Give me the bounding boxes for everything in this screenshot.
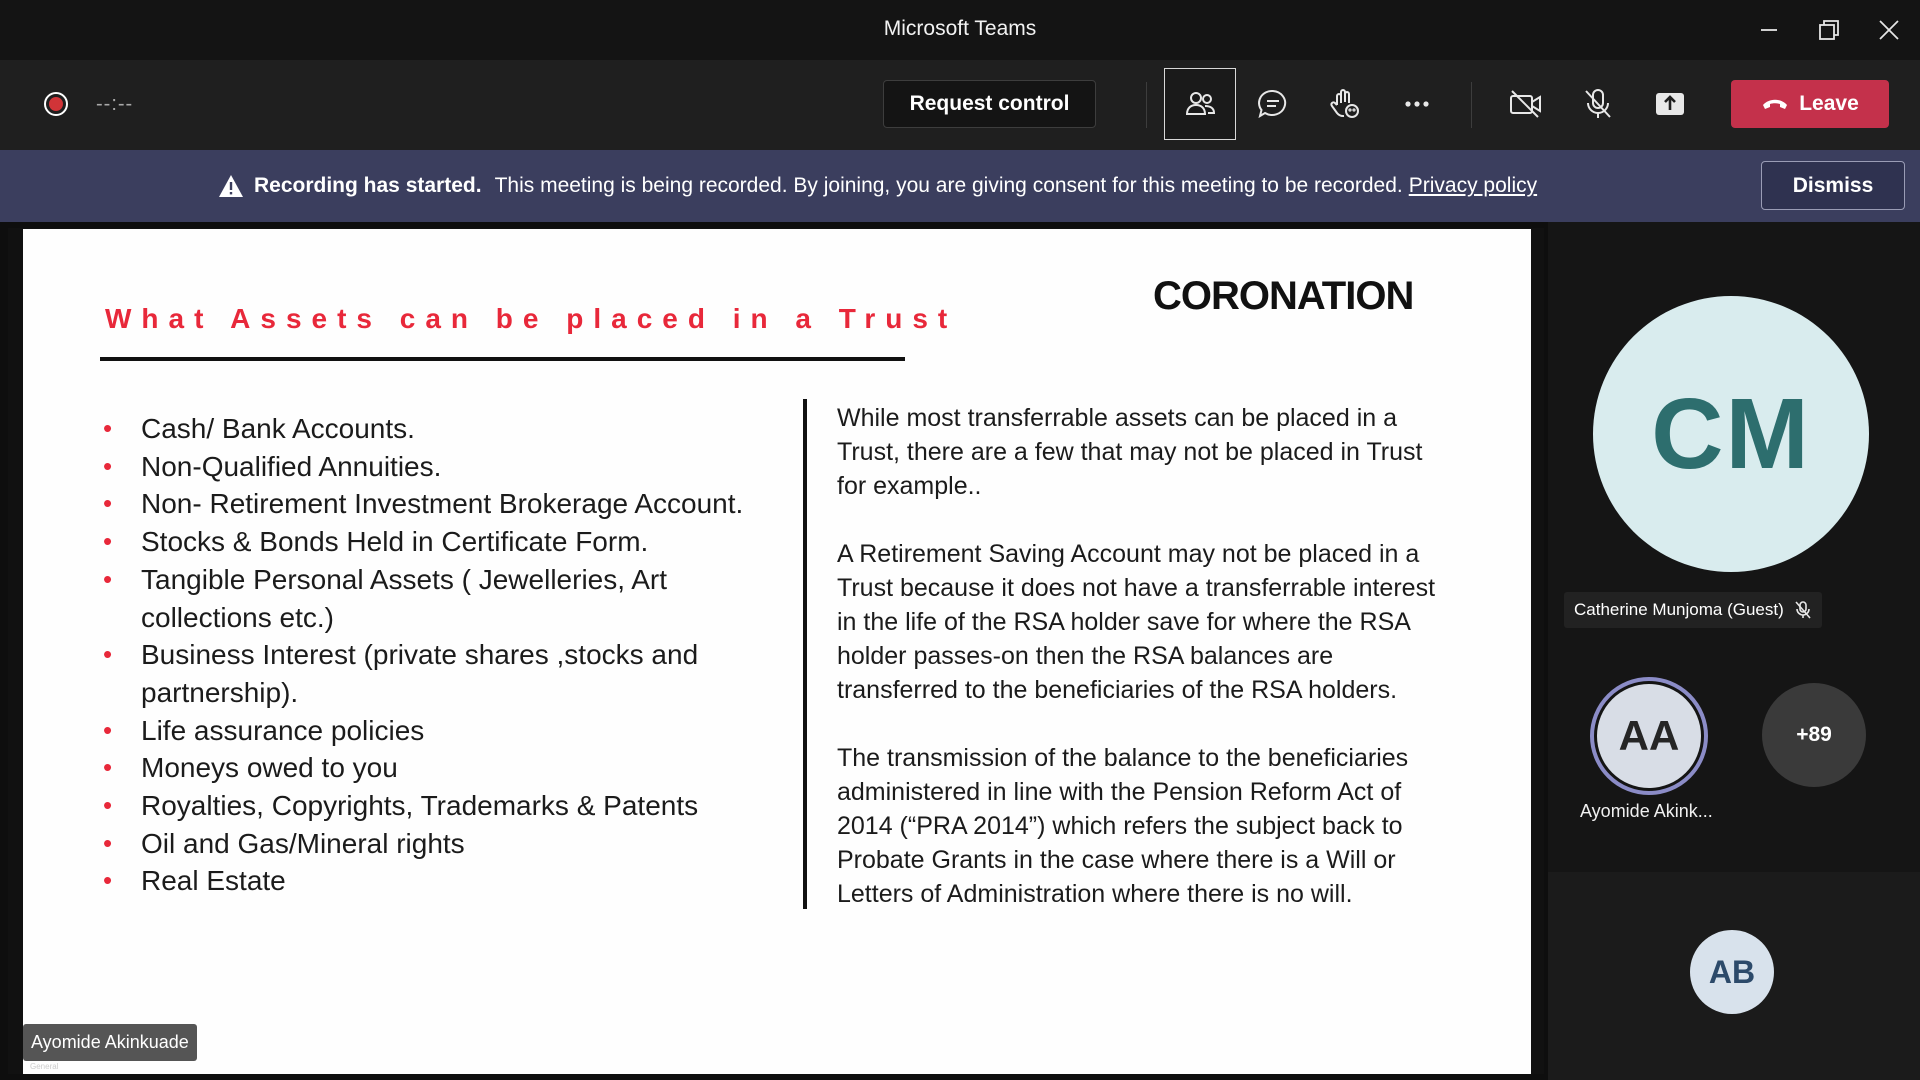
mute-button[interactable] xyxy=(1562,68,1634,140)
reactions-button[interactable] xyxy=(1309,68,1381,140)
request-control-button[interactable]: Request control xyxy=(883,80,1096,128)
featured-participant-avatar[interactable]: CM xyxy=(1593,296,1869,572)
column-divider xyxy=(803,399,807,909)
presenter-name-tag: Ayomide Akinkuade xyxy=(23,1024,197,1061)
list-item: Non-Qualified Annuities. xyxy=(103,448,803,486)
speaker-name: Ayomide Akink... xyxy=(1580,801,1713,821)
brand-logo: CORONATION xyxy=(1153,274,1414,318)
presentation-slide: What Assets can be placed in a Trust COR… xyxy=(23,229,1531,1074)
list-item: Stocks & Bonds Held in Certificate Form. xyxy=(103,523,803,561)
list-item: Oil and Gas/Mineral rights xyxy=(103,825,803,863)
toolbar-divider xyxy=(1471,82,1472,128)
leave-button[interactable]: Leave xyxy=(1731,80,1889,128)
camera-off-button[interactable] xyxy=(1490,68,1562,140)
explanation-text: While most transferrable assets can be p… xyxy=(837,401,1457,945)
chat-icon xyxy=(1258,89,1287,119)
minimize-button[interactable] xyxy=(1749,12,1789,48)
meeting-timer: --:-- xyxy=(96,93,134,115)
warning-icon xyxy=(219,175,243,197)
meeting-toolbar: --:-- Request control Leave xyxy=(0,60,1920,150)
hang-up-icon xyxy=(1763,99,1788,109)
list-item: Cash/ Bank Accounts. xyxy=(103,410,803,448)
list-item: Life assurance policies xyxy=(103,712,803,750)
more-options-button[interactable] xyxy=(1381,68,1453,140)
list-item: Real Estate xyxy=(103,862,803,900)
recording-status: Recording has started. xyxy=(254,174,482,197)
chat-button[interactable] xyxy=(1237,68,1309,140)
mic-off-icon xyxy=(1795,601,1811,619)
paragraph: A Retirement Saving Account may not be p… xyxy=(837,540,1436,704)
participant-name: Catherine Munjoma (Guest) xyxy=(1574,600,1784,619)
share-button[interactable] xyxy=(1634,68,1706,140)
list-item: Royalties, Copyrights, Trademarks & Pate… xyxy=(103,787,803,825)
close-button[interactable] xyxy=(1869,12,1909,48)
restore-button[interactable] xyxy=(1809,12,1849,48)
dismiss-button[interactable]: Dismiss xyxy=(1761,161,1905,210)
people-button[interactable] xyxy=(1164,68,1236,140)
raise-hand-icon xyxy=(1330,89,1359,118)
privacy-policy-link[interactable]: Privacy policy xyxy=(1409,174,1537,198)
toolbar-divider xyxy=(1146,82,1147,128)
list-item: Tangible Personal Assets ( Jewelleries, … xyxy=(103,561,703,636)
title-underline xyxy=(100,357,905,361)
paragraph: While most transferrable assets can be p… xyxy=(837,404,1423,500)
speaker-initials: AA xyxy=(1597,684,1701,788)
more-icon xyxy=(1405,101,1429,107)
asset-bullet-list: Cash/ Bank Accounts. Non-Qualified Annui… xyxy=(103,410,803,900)
presenter-sublabel: General xyxy=(30,1062,59,1071)
window-titlebar: Microsoft Teams xyxy=(0,0,1920,60)
leave-label: Leave xyxy=(1799,92,1859,115)
featured-participant-label: Catherine Munjoma (Guest) xyxy=(1564,592,1822,628)
participant-avatar[interactable]: AB xyxy=(1690,930,1774,1014)
paragraph: The transmission of the balance to the b… xyxy=(837,744,1409,908)
consent-text: This meeting is being recorded. By joini… xyxy=(494,174,1403,197)
recording-banner: Recording has started. This meeting is b… xyxy=(0,150,1920,222)
recording-message: Recording has started. This meeting is b… xyxy=(218,174,1537,198)
more-participants-badge[interactable]: +89 xyxy=(1762,683,1866,787)
mic-off-icon xyxy=(1585,89,1611,118)
people-icon xyxy=(1185,92,1216,115)
list-item: Moneys owed to you xyxy=(103,749,803,787)
speaker-avatar[interactable]: AA xyxy=(1590,677,1708,795)
slide-title: What Assets can be placed in a Trust xyxy=(105,303,958,334)
list-item: Business Interest (private shares ,stock… xyxy=(103,636,723,711)
window-title: Microsoft Teams xyxy=(883,17,1037,40)
list-item: Non- Retirement Investment Brokerage Acc… xyxy=(103,485,803,523)
share-icon xyxy=(1656,93,1684,115)
recording-icon xyxy=(44,92,68,116)
camera-off-icon xyxy=(1510,90,1541,118)
